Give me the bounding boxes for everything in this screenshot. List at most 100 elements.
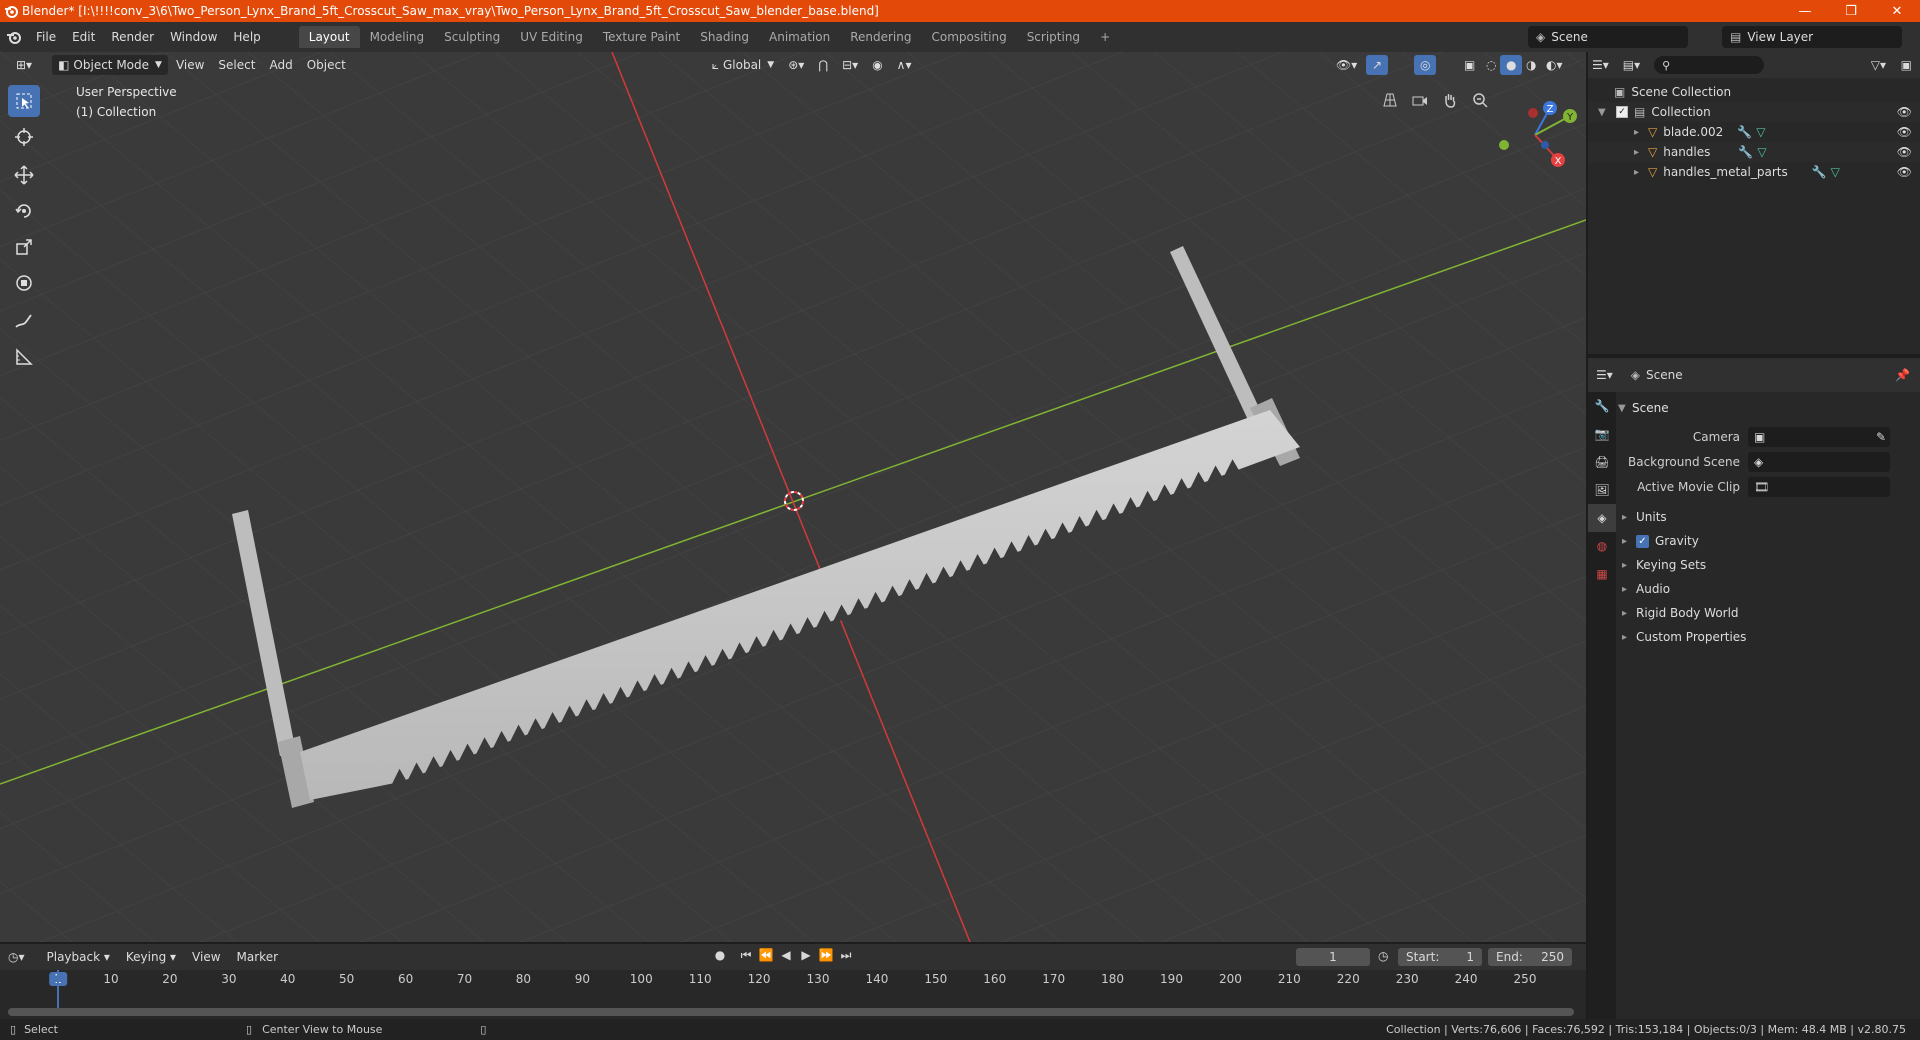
visibility-icon[interactable]: 👁▾ [1330,55,1363,75]
move-tool[interactable] [8,159,40,191]
output-tab-icon[interactable]: 🖨 [1588,448,1616,476]
editor-type-icon[interactable]: ⊞▾ [10,55,38,75]
gizmo-toggle-icon[interactable]: ↗ [1366,55,1389,75]
neg-z-handle[interactable] [1541,141,1549,149]
annotate-tool[interactable] [8,305,40,337]
mesh-data-icon[interactable]: ▽ [1756,125,1765,139]
perspective-toggle-icon[interactable] [1378,88,1402,112]
mode-selector[interactable]: ◧ Object Mode ▼ [52,55,168,75]
eye-icon[interactable]: 👁 [1897,105,1912,119]
tab-layout[interactable]: Layout [298,26,360,48]
playback-menu[interactable]: Playback ▾ [39,946,118,968]
tab-animation[interactable]: Animation [759,26,840,48]
jump-start-button[interactable]: ⏮ [738,948,754,963]
maximize-button[interactable]: ❐ [1828,0,1874,22]
next-keyframe-button[interactable]: ⏩ [818,948,834,963]
neg-x-handle[interactable] [1528,108,1538,118]
rotate-tool[interactable] [8,195,40,227]
scene-selector[interactable]: ◈ Scene [1528,26,1688,48]
tab-shading[interactable]: Shading [690,26,759,48]
eye-icon[interactable]: 👁 [1897,145,1912,159]
tool-tab-icon[interactable]: 🔧 [1588,392,1616,420]
snap-target-icon[interactable]: ⊟▾ [836,55,864,75]
menu-edit[interactable]: Edit [64,26,103,48]
viewport-canvas[interactable] [0,52,1586,942]
view-layer-selector[interactable]: ▤ View Layer [1722,26,1902,48]
overlay-toggle-icon[interactable]: ◎ [1414,55,1437,75]
menu-render[interactable]: Render [103,26,162,48]
playhead[interactable] [57,970,59,1010]
keying-menu[interactable]: Keying ▾ [118,946,184,968]
cursor-tool[interactable] [8,121,40,153]
new-collection-icon[interactable]: ▣ [1901,58,1912,72]
minimize-button[interactable]: — [1782,0,1828,22]
select-box-tool[interactable] [8,85,40,117]
outliner-collection[interactable]: ▼ ✓ ▤ Collection 👁 [1588,102,1920,122]
rendered-shading-icon[interactable]: ◐▾ [1540,55,1569,75]
current-frame-field[interactable]: 1 [1296,948,1370,966]
outliner-scene-collection[interactable]: ▣ Scene Collection [1588,82,1920,102]
mesh-data-icon[interactable]: ▽ [1831,165,1840,179]
timeline-scrollbar[interactable] [8,1008,1574,1016]
proportional-edit-icon[interactable]: ◉ [866,55,888,75]
render-tab-icon[interactable]: 📷 [1588,420,1616,448]
eyedropper-icon[interactable]: ✎ [1876,430,1886,444]
pan-hand-icon[interactable] [1438,88,1462,112]
tab-uv-editing[interactable]: UV Editing [510,26,593,48]
blender-menu-icon[interactable] [0,29,28,45]
display-mode-icon[interactable]: ▤▾ [1623,58,1640,72]
eye-icon[interactable]: 👁 [1897,125,1912,139]
tab-modeling[interactable]: Modeling [360,26,435,48]
audio-panel[interactable]: ▸ Audio [1618,577,1918,601]
menu-object[interactable]: Object [301,55,352,75]
movie-clip-field[interactable]: 🎞 [1748,476,1890,497]
falloff-icon[interactable]: ∧▾ [891,55,918,75]
transform-tool[interactable] [8,267,40,299]
camera-view-icon[interactable] [1408,88,1432,112]
collection-checkbox[interactable]: ✓ [1616,106,1628,118]
expand-arrow-icon[interactable]: ▸ [1634,147,1648,158]
camera-field[interactable]: ▣ ✎ [1748,426,1890,447]
transform-orientation-selector[interactable]: ⟀ Global ▼ [706,55,780,75]
xray-icon[interactable]: ▣ [1458,55,1481,75]
scene-tab-icon[interactable]: ◈ [1588,504,1616,532]
timeline-view-menu[interactable]: View [184,946,228,968]
outliner-object-row[interactable]: ▸ ▽ blade.002 🔧 ▽ 👁 [1588,122,1920,142]
tab-sculpting[interactable]: Sculpting [434,26,510,48]
eye-icon[interactable]: 👁 [1897,165,1912,179]
tab-compositing[interactable]: Compositing [921,26,1016,48]
prev-keyframe-button[interactable]: ⏪ [758,948,774,963]
outliner-object-row[interactable]: ▸ ▽ handles_metal_parts 🔧 ▽ 👁 [1588,162,1920,182]
world-tab-icon[interactable]: ◍ [1588,532,1616,560]
zoom-icon[interactable] [1468,88,1492,112]
outliner-editor-icon[interactable]: ☰▾ [1592,58,1609,72]
texture-tab-icon[interactable]: ▦ [1588,560,1616,588]
modifier-wrench-icon[interactable]: 🔧 [1737,125,1752,139]
tab-scripting[interactable]: Scripting [1017,26,1090,48]
scale-tool[interactable] [8,231,40,263]
snap-icon[interactable]: ⋂ [812,55,834,75]
gravity-checkbox[interactable]: ✓ [1636,534,1649,548]
jump-end-button[interactable]: ⏭ [838,948,854,963]
modifier-wrench-icon[interactable]: 🔧 [1738,145,1753,159]
mesh-data-icon[interactable]: ▽ [1757,145,1766,159]
pin-icon[interactable]: 📌 [1895,368,1910,382]
units-panel[interactable]: ▸ Units [1618,505,1918,529]
menu-select[interactable]: Select [212,55,261,75]
expand-arrow-icon[interactable]: ▼ [1598,107,1612,118]
modifier-wrench-icon[interactable]: 🔧 [1812,165,1827,179]
3d-viewport[interactable]: ⊞▾ ◧ Object Mode ▼ View Select Add Objec… [0,52,1586,942]
pivot-icon[interactable]: ⊛▾ [782,55,810,75]
play-button[interactable]: ▶ [798,948,814,963]
stopwatch-icon[interactable]: ◷ [1378,949,1388,963]
end-frame-field[interactable]: End: 250 [1488,948,1572,966]
measure-tool[interactable] [8,341,40,373]
record-button[interactable]: ● [712,948,728,963]
menu-view[interactable]: View [170,55,210,75]
filter-icon[interactable]: ▽▾ [1871,58,1886,72]
frame-ruler[interactable]: 1102030405060708090100110120130140150160… [0,970,1586,990]
neg-y-handle[interactable] [1499,140,1509,150]
navigation-gizmo[interactable]: Z Y X [1490,90,1580,180]
marker-menu[interactable]: Marker [229,946,286,968]
keying-sets-panel[interactable]: ▸ Keying Sets [1618,553,1918,577]
